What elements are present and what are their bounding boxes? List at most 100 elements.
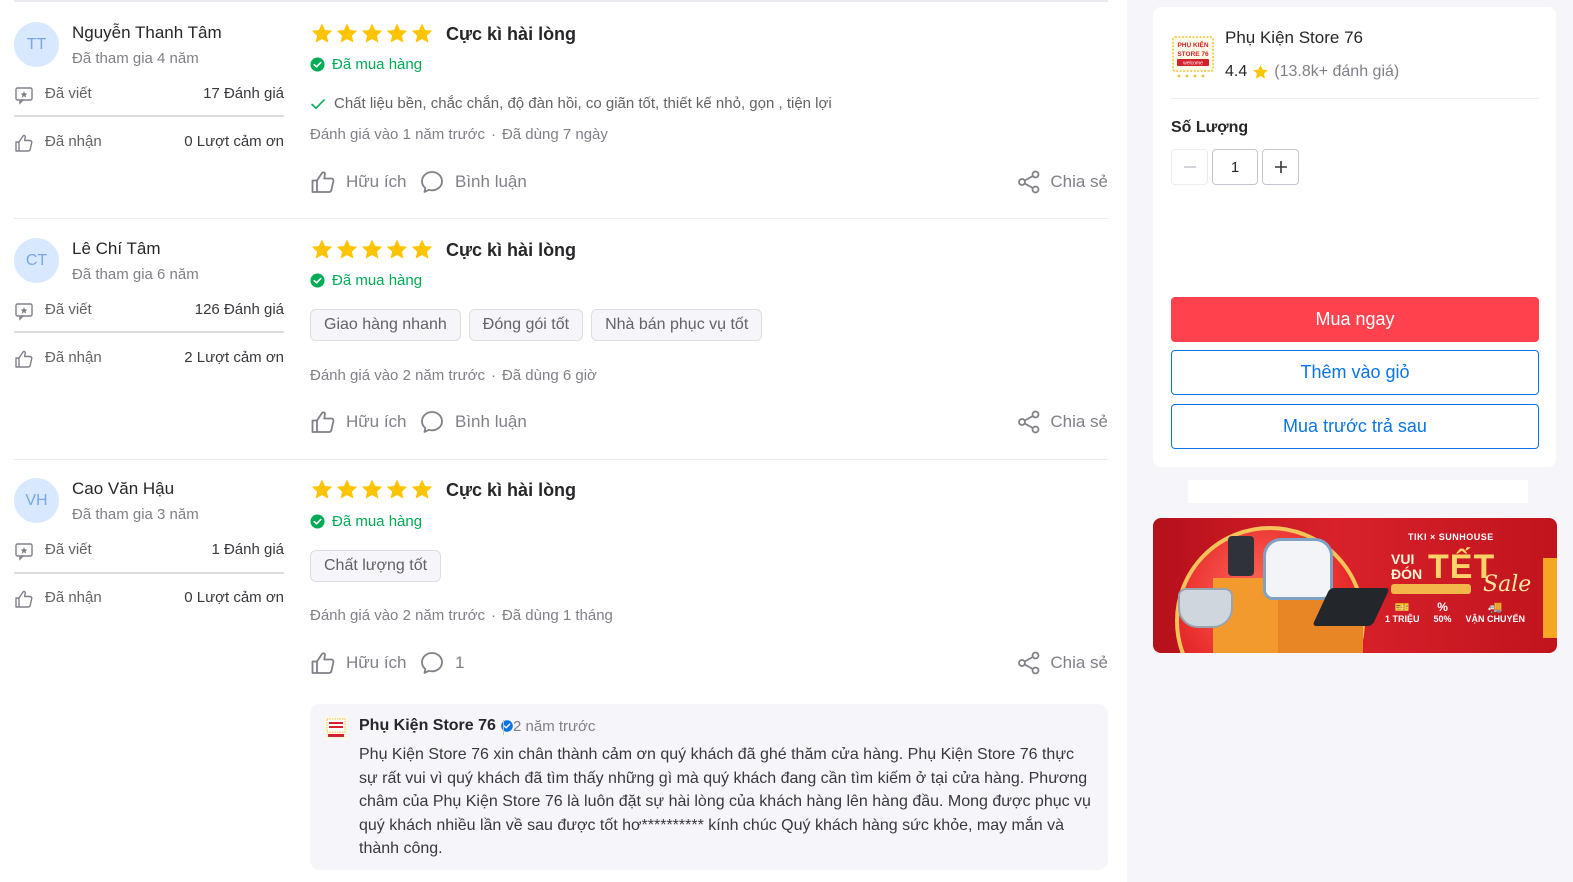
divider [14,331,284,333]
star-icon [336,239,358,259]
stat-written: Đã viết 126 Đánh giá [14,299,284,323]
star-icon [311,239,333,259]
purchased-label: Đã mua hàng [332,271,423,289]
banner-brand: TIKI × SUNHOUSE [1408,532,1494,542]
divider [14,115,284,117]
stat-written-value: 126 Đánh giá [194,301,284,318]
banner-line1: VUI [1391,551,1415,567]
promo-banner[interactable]: TIKI × SUNHOUSE VUI ĐÓN TẾT Sale 🎫 1 TRIỆU… [1153,518,1557,653]
review-date: Đánh giá vào 2 năm trước [310,367,485,384]
star-icon [361,239,383,259]
share-button[interactable]: Chia sẻ [1016,408,1108,436]
review-tags: Giao hàng nhanh Đóng gói tốt Nhà bán phụ… [310,309,763,341]
purchased-badge: Đã mua hàng [310,270,422,290]
decrease-button[interactable] [1171,149,1208,185]
check-circle-icon [310,513,325,529]
helpful-label: Hữu ích [346,172,407,191]
review-actions: Hữu ích Bình luận Chia sẻ [310,168,1108,196]
stat-received: Đã nhận 0 Lượt cảm ơn [14,587,284,611]
star-icon [361,479,383,499]
store-review-count: (13.8k+ đánh giá) [1274,63,1400,80]
star-icon [311,23,333,43]
review-attribute: Chất liệu bền, chắc chắn, độ đàn hồi, co… [310,95,832,112]
share-label: Chia sẻ [1050,412,1108,431]
reply-text: Phụ Kiện Store 76 xin chân thành cảm ơn … [359,746,1091,857]
review-actions: Hữu ích 1 Chia sẻ [310,649,1108,677]
purchase-panel: PHỤ KIỆN STORE 76 welcome Phụ Kiện Store… [1153,7,1556,467]
review-title: Cực kì hài lòng [446,480,577,500]
comment-label: Bình luận [455,412,527,431]
stat-received: Đã nhận 0 Lượt cảm ơn [14,131,284,155]
helpful-button[interactable]: Hữu ích [310,649,407,677]
banner-perk: % 50% [1433,600,1452,624]
reviewer-joined: Đã tham gia 4 năm [72,50,199,67]
review-tags: Chất lượng tốt [310,550,442,582]
purchased-label: Đã mua hàng [332,512,423,530]
avatar: CT [14,238,59,283]
store-logo [324,716,348,740]
reviews-section: TT Nguyễn Thanh Tâm Đã tham gia 4 năm Đã… [0,0,1127,882]
helpful-button[interactable]: Hữu ích [310,408,407,436]
star-icon [386,479,408,499]
add-to-cart-button[interactable]: Thêm vào giỏ [1171,350,1539,395]
banner-perk-text: 50% [1433,614,1452,624]
rating-stars [310,238,434,262]
banner-sale: Sale [1483,572,1532,597]
comment-button[interactable]: Bình luận [419,408,527,436]
review-dates: Đánh giá vào 2 năm trước · Đã dùng 1 tháng [310,607,613,624]
banner-perk-text: VẬN CHUYỂN [1465,614,1526,624]
store-logo: PHỤ KIỆN STORE 76 welcome [1171,31,1215,83]
helpful-label: Hữu ích [346,412,407,431]
banner-subline [1391,584,1471,594]
svg-text:STORE 76: STORE 76 [1177,51,1209,58]
buy-now-pay-later-button[interactable]: Mua trước trả sau [1171,404,1539,449]
store-name[interactable]: Phụ Kiện Store 76 [1225,28,1363,48]
increase-button[interactable] [1262,149,1299,185]
quantity-stepper: 1 [1171,149,1299,185]
comment-icon [421,652,443,674]
star-icon [311,479,333,499]
banner-perk-text: 1 TRIỆU [1385,614,1420,624]
stat-written-value: 17 Đánh giá [203,85,284,102]
review-dates: Đánh giá vào 1 năm trước · Đã dùng 7 ngày [310,126,608,143]
thumbs-up-icon [15,350,33,368]
purchased-badge: Đã mua hàng [310,54,422,74]
thumbs-up-icon [311,171,335,193]
thumbs-up-icon [15,590,33,608]
reviewer-name: Lê Chí Tâm [72,239,161,258]
stat-written-label: Đã viết [45,541,92,558]
check-circle-icon [310,272,325,288]
star-icon [336,479,358,499]
share-icon [1018,651,1040,675]
comment-button[interactable]: Bình luận [419,168,527,196]
svg-text:welcome: welcome [1183,61,1203,67]
stat-received: Đã nhận 2 Lượt cảm ơn [14,347,284,371]
comment-icon [421,171,443,193]
star-icon [386,239,408,259]
share-button[interactable]: Chia sẻ [1016,649,1108,677]
banner-ribbon [1543,558,1557,638]
helpful-button[interactable]: Hữu ích [310,168,407,196]
rice-cooker-image [1263,538,1333,600]
buy-now-button[interactable]: Mua ngay [1171,297,1539,342]
star-icon [361,23,383,43]
review-dates: Đánh giá vào 2 năm trước · Đã dùng 6 giờ [310,367,597,384]
minus-icon [1183,166,1196,168]
review-title: Cực kì hài lòng [446,24,577,44]
review-actions: Hữu ích Bình luận Chia sẻ [310,408,1108,436]
stat-received-label: Đã nhận [45,133,102,150]
seller-name-text: Phụ Kiện Store 76 [359,717,496,734]
share-button[interactable]: Chia sẻ [1016,168,1108,196]
quantity-input[interactable]: 1 [1212,149,1258,185]
review-date: Đánh giá vào 2 năm trước [310,607,485,624]
comment-button[interactable]: 1 [419,649,464,677]
pot-image [1178,588,1233,628]
thumbs-up-icon [311,411,335,433]
thumbs-up-icon [15,134,33,152]
stat-received-value: 0 Lượt cảm ơn [184,133,284,150]
reply-time: 2 năm trước [502,718,596,735]
avatar: VH [14,478,59,523]
review-item: TT Nguyễn Thanh Tâm Đã tham gia 4 năm Đã… [0,2,1127,218]
thumbs-up-icon [311,652,335,674]
banner-line2: ĐÓN [1391,566,1423,582]
